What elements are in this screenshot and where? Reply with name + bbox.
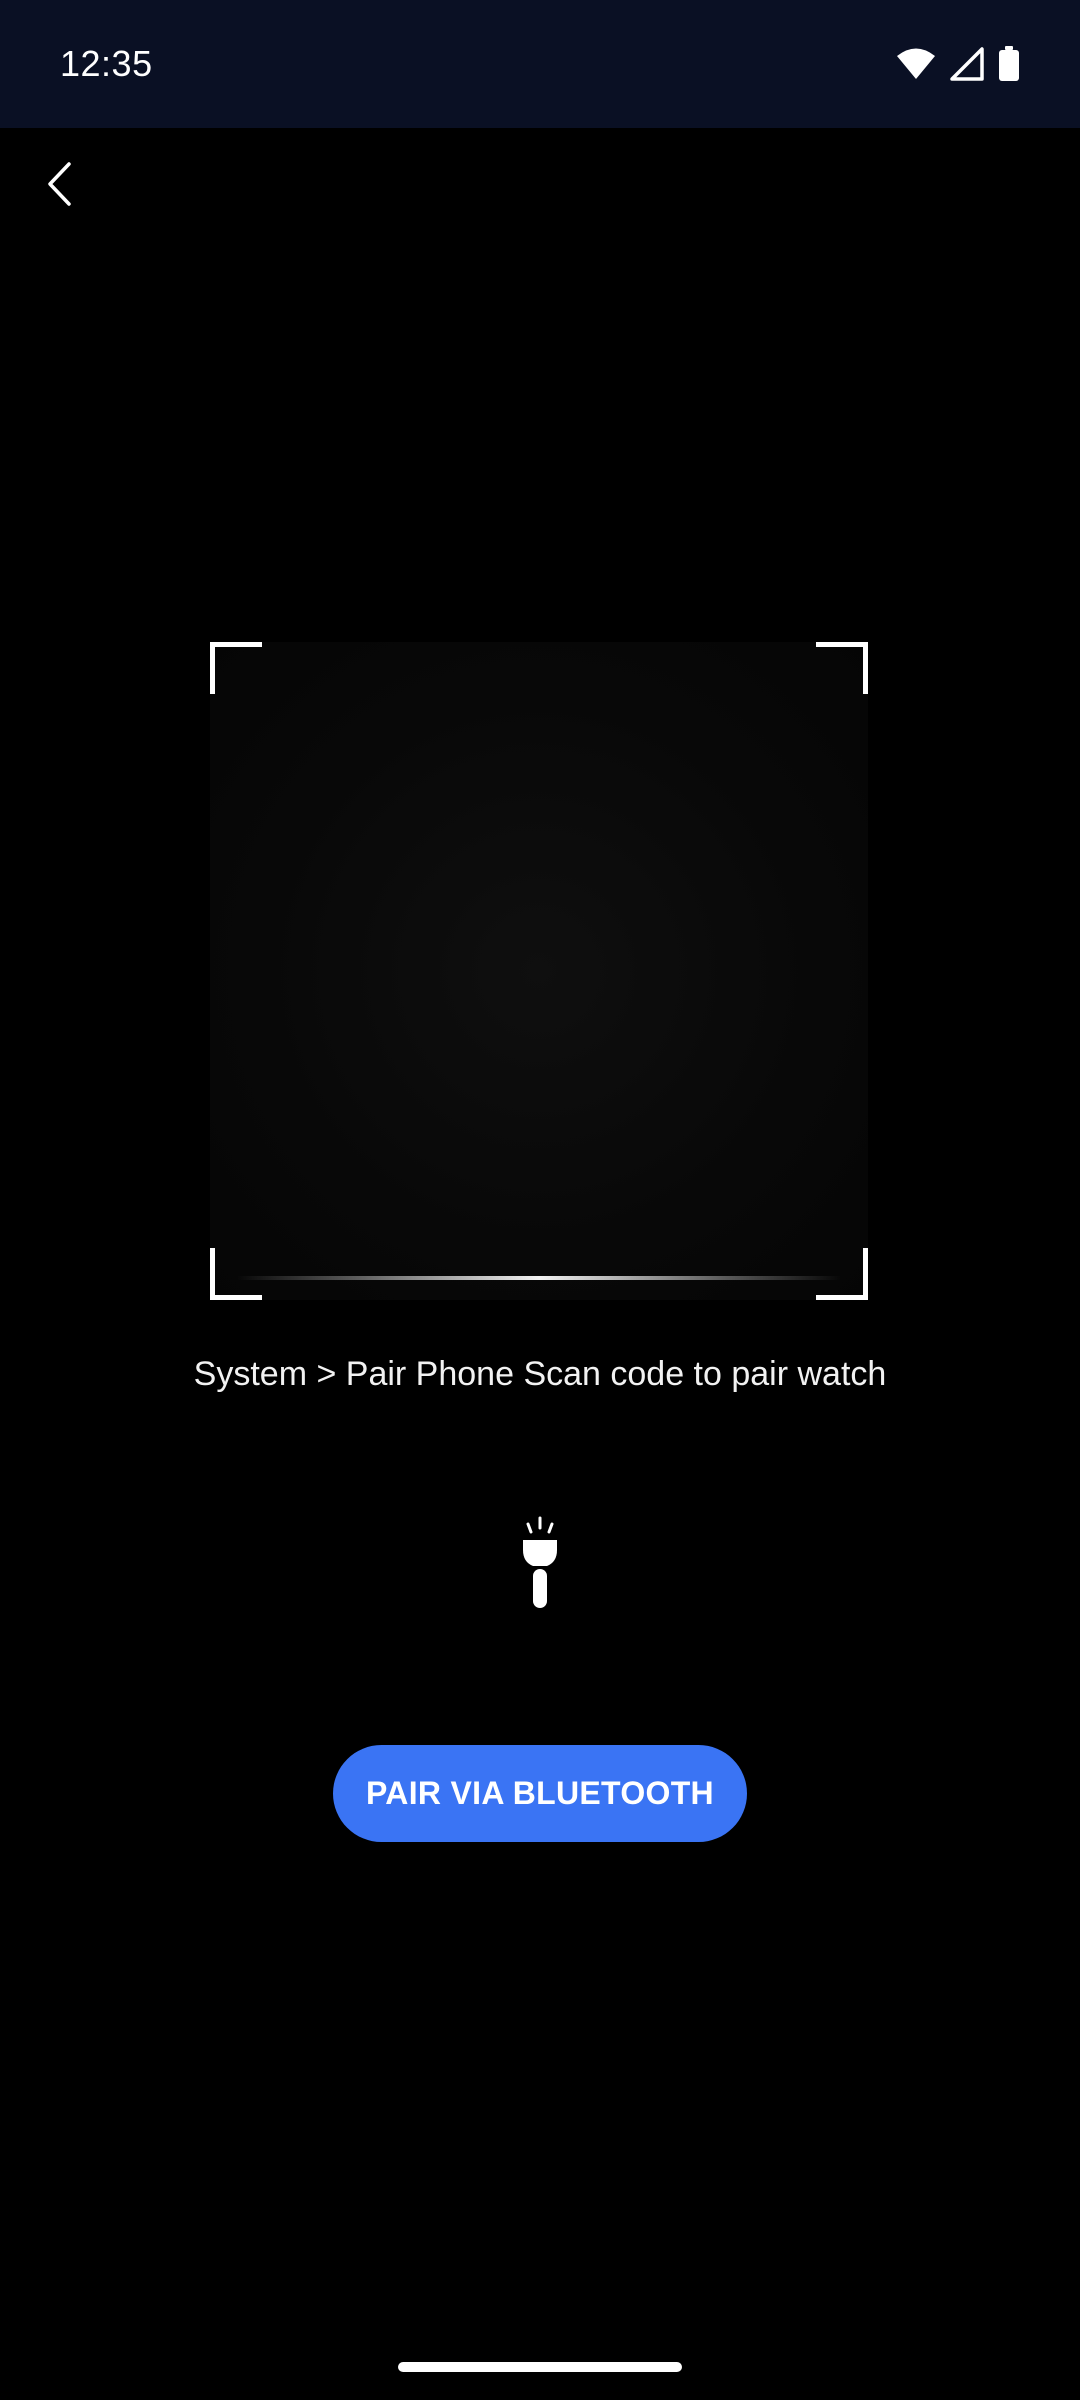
battery-icon [998, 46, 1020, 82]
viewfinder-corner-bottom-right [816, 1248, 868, 1300]
viewfinder-corner-top-left [210, 642, 262, 694]
status-time: 12:35 [60, 43, 153, 84]
status-bar: 12:35 [0, 0, 1080, 128]
viewfinder-corner-bottom-left [210, 1248, 262, 1300]
pair-via-bluetooth-button[interactable]: PAIR VIA BLUETOOTH [333, 1745, 747, 1842]
scan-line [236, 1276, 842, 1280]
qr-pairing-screen: 12:35 System > Pair Phone Scan code to p… [0, 0, 1080, 2400]
home-indicator[interactable] [398, 2362, 682, 2372]
qr-scan-viewfinder [210, 642, 868, 1300]
status-icons [896, 46, 1020, 82]
flashlight-toggle[interactable] [510, 1512, 570, 1618]
flashlight-icon [520, 1516, 560, 1615]
cellular-signal-icon [950, 47, 984, 81]
back-button[interactable] [24, 150, 96, 222]
chevron-left-icon [45, 161, 75, 212]
scan-instruction: System > Pair Phone Scan code to pair wa… [193, 1355, 887, 1393]
viewfinder-corner-top-right [816, 642, 868, 694]
wifi-icon [896, 47, 936, 81]
